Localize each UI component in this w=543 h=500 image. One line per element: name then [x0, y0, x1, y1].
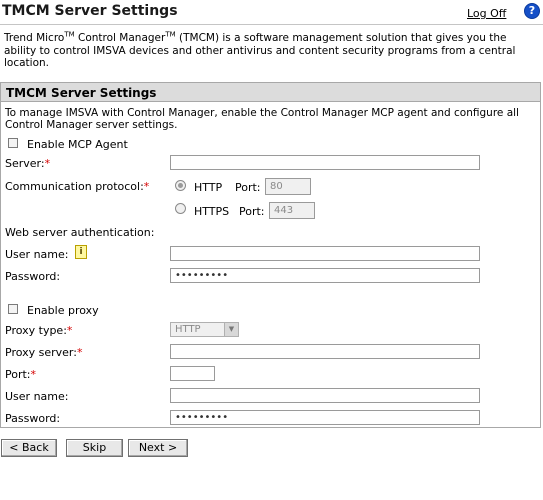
password-label: Password:: [5, 270, 61, 283]
server-input[interactable]: [170, 155, 480, 170]
proxy-port-label: Port:*: [5, 368, 37, 381]
protocol-label: Communication protocol:*: [5, 180, 150, 193]
http-label: HTTP: [194, 181, 223, 194]
enable-mcp-checkbox[interactable]: [8, 138, 18, 148]
http-port-input[interactable]: 80: [265, 178, 311, 195]
page-title: TMCM Server Settings: [2, 3, 178, 19]
back-button[interactable]: < Back: [1, 439, 57, 457]
https-port-input[interactable]: 443: [269, 202, 315, 219]
intro-text: Trend MicroTM Control ManagerTM (TMCM) i…: [4, 30, 516, 69]
server-label: Server:*: [5, 157, 51, 170]
title-divider: [0, 24, 543, 25]
username-label: User name:: [5, 248, 69, 261]
proxy-port-input[interactable]: [170, 366, 215, 381]
logoff-link[interactable]: Log Off: [467, 7, 506, 20]
info-icon[interactable]: i: [75, 245, 87, 259]
enable-proxy-checkbox[interactable]: [8, 304, 18, 314]
password-input[interactable]: •••••••••: [170, 268, 480, 283]
proxy-type-label: Proxy type:*: [5, 324, 73, 337]
skip-button[interactable]: Skip: [66, 439, 123, 457]
proxy-server-input[interactable]: [170, 344, 480, 359]
proxy-password-input[interactable]: •••••••••: [170, 410, 480, 425]
enable-mcp-label: Enable MCP Agent: [27, 138, 128, 151]
https-port-label: Port:: [239, 205, 265, 218]
proxy-username-input[interactable]: [170, 388, 480, 403]
http-port-label: Port:: [235, 181, 261, 194]
https-radio[interactable]: [175, 203, 186, 214]
proxy-password-label: Password:: [5, 412, 61, 425]
panel-title: TMCM Server Settings: [6, 86, 157, 100]
proxy-type-select[interactable]: HTTP ▼: [170, 322, 239, 337]
https-label: HTTPS: [194, 205, 230, 218]
proxy-type-value: HTTP: [175, 324, 201, 335]
http-radio[interactable]: [175, 180, 186, 191]
username-input[interactable]: [170, 246, 480, 261]
help-icon[interactable]: ?: [524, 3, 540, 19]
panel-description: To manage IMSVA with Control Manager, en…: [5, 107, 519, 131]
proxy-username-label: User name:: [5, 390, 69, 403]
next-button[interactable]: Next >: [128, 439, 188, 457]
web-auth-label: Web server authentication:: [5, 226, 155, 239]
enable-proxy-label: Enable proxy: [27, 304, 99, 317]
chevron-down-icon[interactable]: ▼: [224, 323, 238, 336]
proxy-server-label: Proxy server:*: [5, 346, 83, 359]
